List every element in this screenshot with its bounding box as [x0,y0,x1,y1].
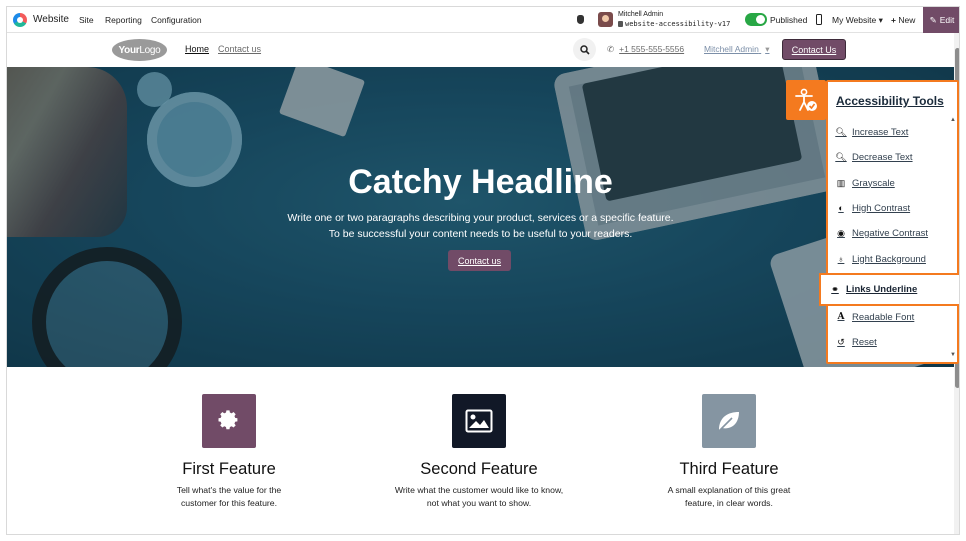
a11y-item-label: Links Underline [846,284,918,295]
plus-icon: + [891,15,896,25]
zoom-out-icon: 🔍︎ [835,151,847,162]
menu-reporting[interactable]: Reporting [105,15,142,25]
feature-card: First Feature Tell what's the value for … [104,394,354,510]
contrast-icon: ◐ [838,203,844,213]
mobile-preview-icon[interactable] [816,14,822,25]
phone-number: +1 555-555-5556 [619,44,685,54]
nav-contact-us[interactable]: Contact us [218,44,261,54]
phone-link[interactable]: ✆ +1 555-555-5556 [607,44,684,55]
a11y-item-label: Reset [852,336,877,348]
search-button[interactable] [573,38,596,61]
feature-desc-line: Tell what's the value for the [176,485,282,495]
a11y-increase-text[interactable]: 🔍︎ Increase Text [828,121,957,143]
my-website-label: My Website [832,15,877,25]
leaf-icon [702,394,756,448]
accessibility-panel: Accessibility Tools ▲ 🔍︎ Increase Text 🔍︎… [819,80,959,364]
feature-description: Tell what's the value for the customer fo… [104,484,354,510]
edit-button[interactable]: ✎ Edit [923,7,959,33]
link-icon: ⚭ [831,284,839,294]
feature-title: Third Feature [679,460,779,478]
accessibility-icon [795,88,817,111]
published-toggle[interactable] [745,13,767,26]
menu-configuration[interactable]: Configuration [151,15,202,25]
accessibility-panel-title: Accessibility Tools [836,94,944,108]
site-header: Your Logo Home Contact us ✆ +1 555-555-555… [7,33,954,67]
reset-icon: ↺ [837,336,845,347]
a11y-decrease-text[interactable]: 🔍︎ Decrease Text [828,146,957,168]
logo-bold: Your [118,44,140,56]
user-name[interactable]: Mitchell Admin [618,11,663,18]
font-icon: A [837,312,845,322]
feature-desc-line: A small explanation of this great [667,485,791,495]
panel-scroll-down-icon[interactable]: ▼ [950,352,956,358]
feature-desc-line: Write what the customer would like to kn… [394,485,564,495]
browser-frame: Website Site Reporting Configuration Mit… [6,6,960,535]
my-website-dropdown[interactable]: My Website ▾ [832,15,883,26]
edit-label: Edit [939,15,955,25]
a11y-item-label: High Contrast [852,202,911,214]
hero-title: Catchy Headline [348,163,613,201]
feature-desc-line: not what you want to show. [426,498,532,508]
database-icon [618,21,623,27]
feature-description: Write what the customer would like to kn… [354,484,604,510]
app-name[interactable]: Website [33,14,69,25]
published-label: Published [770,15,808,25]
zoom-in-icon: 🔍︎ [835,126,847,137]
a11y-links-underline[interactable]: ⚭ Links Underline [819,273,959,306]
header-contact-button[interactable]: Contact Us [782,39,846,60]
a11y-item-label: Light Background [852,253,926,265]
feature-title: Second Feature [420,460,538,478]
debug-bug-icon[interactable] [577,15,584,24]
database-label: website-accessibility-v17 [625,20,731,28]
a11y-reset[interactable]: ↺ Reset [828,331,957,353]
feature-card: Third Feature A small explanation of thi… [604,394,854,510]
website-app-icon[interactable] [13,13,27,27]
user-menu-label: Mitchell Admin [704,44,759,54]
a11y-light-background[interactable]: ♁ Light Background [828,248,957,270]
accessibility-toggle-button[interactable] [786,80,826,120]
hero-subtitle-line1: Write one or two paragraphs describing y… [287,212,674,224]
hero-contact-button[interactable]: Contact us [448,250,511,271]
menu-site[interactable]: Site [79,15,94,25]
feature-card: Second Feature Write what the customer w… [354,394,604,510]
feature-title: First Feature [182,460,276,478]
site-logo[interactable]: Your Logo [112,39,167,61]
gear-icon [202,394,256,448]
logo-light: Logo [139,44,161,56]
new-label: New [898,15,916,25]
feature-desc-line: feature, in clear words. [685,498,773,508]
bars-icon: ▥ [836,177,846,188]
a11y-high-contrast[interactable]: ◐ High Contrast [828,197,957,219]
a11y-readable-font[interactable]: A Readable Font [828,306,957,328]
new-button[interactable]: + New [891,15,915,25]
caret-down-icon: ▾ [765,44,770,54]
features-section: First Feature Tell what's the value for … [7,367,954,534]
pencil-icon: ✎ [929,14,937,25]
a11y-item-label: Increase Text [852,126,909,138]
a11y-item-label: Decrease Text [852,151,913,163]
nav-home[interactable]: Home [185,44,209,54]
picture-icon [452,394,506,448]
hero-subtitle-line2: To be successful your content needs to b… [328,228,633,240]
search-icon [579,44,590,55]
a11y-item-label: Grayscale [852,177,895,189]
database-name: website-accessibility-v17 [618,20,730,28]
a11y-negative-contrast[interactable]: ◉ Negative Contrast [828,222,957,244]
a11y-item-label: Negative Contrast [852,227,929,239]
bulb-icon: ♁ [837,254,845,264]
odoo-topbar: Website Site Reporting Configuration Mit… [7,7,959,33]
caret-down-icon: ▾ [878,15,883,25]
eye-icon: ◉ [837,227,845,238]
a11y-grayscale[interactable]: ▥ Grayscale [828,172,957,194]
user-avatar[interactable] [598,12,613,27]
user-menu[interactable]: Mitchell Admin ▾ [704,44,769,55]
feature-desc-line: customer for this feature. [180,498,278,508]
phone-icon: ✆ [607,44,615,54]
a11y-item-label: Readable Font [852,311,915,323]
feature-description: A small explanation of this great feature… [604,484,854,510]
